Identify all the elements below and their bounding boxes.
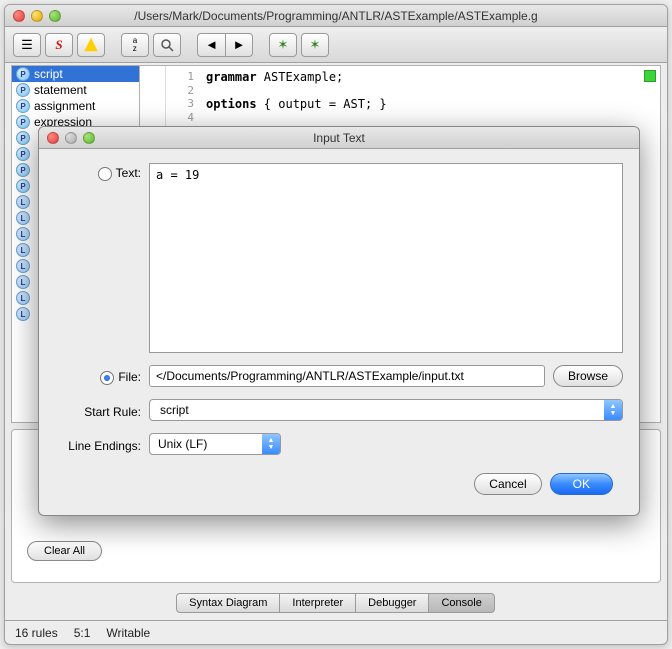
parser-rule-icon: P: [16, 83, 30, 97]
dialog-zoom-icon[interactable]: [83, 132, 95, 144]
text-radio-row[interactable]: Text:: [55, 163, 149, 181]
text-radio-label: Text:: [116, 166, 141, 180]
parser-rule-icon: P: [16, 179, 30, 193]
warning-icon: [83, 37, 99, 53]
lexer-rule-icon: L: [16, 259, 30, 273]
start-rule-value: script: [160, 403, 189, 417]
code-line[interactable]: 4: [174, 111, 652, 124]
main-toolbar: ☰ S az ◄ ► ✶ ✶: [5, 27, 667, 63]
status-rule-count: 16 rules: [15, 626, 58, 640]
parser-rule-icon: P: [16, 147, 30, 161]
tab-console[interactable]: Console: [428, 593, 494, 613]
line-number: 4: [174, 111, 194, 124]
tab-syntax-diagram[interactable]: Syntax Diagram: [176, 593, 280, 613]
code-text: grammar ASTExample;: [206, 70, 343, 84]
s-icon: S: [55, 37, 62, 53]
main-window-title: /Users/Mark/Documents/Programming/ANTLR/…: [5, 5, 667, 26]
lexer-rule-icon: L: [16, 291, 30, 305]
parser-rule-icon: P: [16, 99, 30, 113]
dropdown-arrows-icon: ▲▼: [604, 400, 622, 420]
file-radio-label: File:: [118, 370, 141, 384]
zoom-window-icon[interactable]: [49, 10, 61, 22]
bug-reload-icon: ✶: [310, 37, 321, 53]
file-radio[interactable]: [100, 371, 114, 385]
ok-button[interactable]: OK: [550, 473, 613, 495]
rule-item[interactable]: Pscript: [12, 66, 139, 82]
toggle-tree-button[interactable]: ☰: [13, 33, 41, 57]
input-text-dialog: Input Text Text: File: Browse Start Rule…: [38, 126, 640, 516]
lexer-rule-icon: L: [16, 275, 30, 289]
start-rule-label: Start Rule:: [55, 402, 149, 419]
clear-all-button[interactable]: Clear All: [27, 541, 102, 561]
lexer-rule-icon: L: [16, 307, 30, 321]
dialog-close-icon[interactable]: [47, 132, 59, 144]
parser-rule-icon: P: [16, 163, 30, 177]
parser-rule-icon: P: [16, 131, 30, 145]
dialog-traffic-lights: [47, 132, 95, 144]
nav-back-button[interactable]: ◄: [197, 33, 225, 57]
lexer-rule-icon: L: [16, 211, 30, 225]
dialog-title: Input Text: [39, 127, 639, 148]
dialog-titlebar[interactable]: Input Text: [39, 127, 639, 149]
code-line[interactable]: 1 grammar ASTExample;: [174, 70, 652, 84]
nav-forward-button[interactable]: ►: [225, 33, 253, 57]
line-endings-select[interactable]: Unix (LF) ▲▼: [149, 433, 281, 455]
minimize-window-icon[interactable]: [31, 10, 43, 22]
cancel-button[interactable]: Cancel: [474, 473, 541, 495]
lexer-rule-icon: L: [16, 195, 30, 209]
debug-button[interactable]: ✶: [269, 33, 297, 57]
file-radio-row[interactable]: File:: [55, 367, 149, 385]
sort-rules-button[interactable]: az: [121, 33, 149, 57]
line-number: 2: [174, 84, 194, 97]
line-endings-value: Unix (LF): [158, 437, 207, 451]
close-window-icon[interactable]: [13, 10, 25, 22]
status-cursor-pos: 5:1: [74, 626, 91, 640]
magnifier-icon: [160, 38, 174, 52]
main-titlebar[interactable]: /Users/Mark/Documents/Programming/ANTLR/…: [5, 5, 667, 27]
rule-item[interactable]: Pstatement: [12, 82, 139, 98]
code-text: options { output = AST; }: [206, 97, 387, 111]
text-radio[interactable]: [98, 167, 112, 181]
warnings-button[interactable]: [77, 33, 105, 57]
rule-label: statement: [34, 83, 87, 97]
code-line[interactable]: 2: [174, 84, 652, 97]
browse-button[interactable]: Browse: [553, 365, 623, 387]
status-indicator-icon: [644, 70, 656, 82]
rule-item[interactable]: Passignment: [12, 98, 139, 114]
traffic-lights: [13, 10, 61, 22]
nav-group: ◄ ►: [197, 33, 253, 57]
bug-icon: ✶: [278, 37, 289, 53]
dropdown-arrows-icon: ▲▼: [262, 434, 280, 454]
rule-label: script: [34, 67, 63, 81]
status-mode: Writable: [106, 626, 150, 640]
dialog-minimize-icon: [65, 132, 77, 144]
start-rule-select[interactable]: script ▲▼: [149, 399, 623, 421]
syntax-diagram-toggle-button[interactable]: S: [45, 33, 73, 57]
code-line[interactable]: 3 options { output = AST; }: [174, 97, 652, 111]
rule-label: assignment: [34, 99, 95, 113]
input-text-area[interactable]: [149, 163, 623, 353]
status-bar: 16 rules 5:1 Writable: [5, 620, 667, 644]
debug-again-button[interactable]: ✶: [301, 33, 329, 57]
tab-debugger[interactable]: Debugger: [355, 593, 429, 613]
line-number: 3: [174, 97, 194, 111]
file-path-input[interactable]: [149, 365, 545, 387]
parser-rule-icon: P: [16, 67, 30, 81]
tab-interpreter[interactable]: Interpreter: [279, 593, 356, 613]
find-button[interactable]: [153, 33, 181, 57]
parser-rule-icon: P: [16, 115, 30, 129]
bottom-tabbar: Syntax DiagramInterpreterDebuggerConsole: [5, 593, 667, 613]
lexer-rule-icon: L: [16, 227, 30, 241]
line-number: 1: [174, 70, 194, 84]
line-endings-label: Line Endings:: [55, 436, 149, 453]
dialog-body: Text: File: Browse Start Rule: script ▲▼…: [39, 149, 639, 509]
lexer-rule-icon: L: [16, 243, 30, 257]
